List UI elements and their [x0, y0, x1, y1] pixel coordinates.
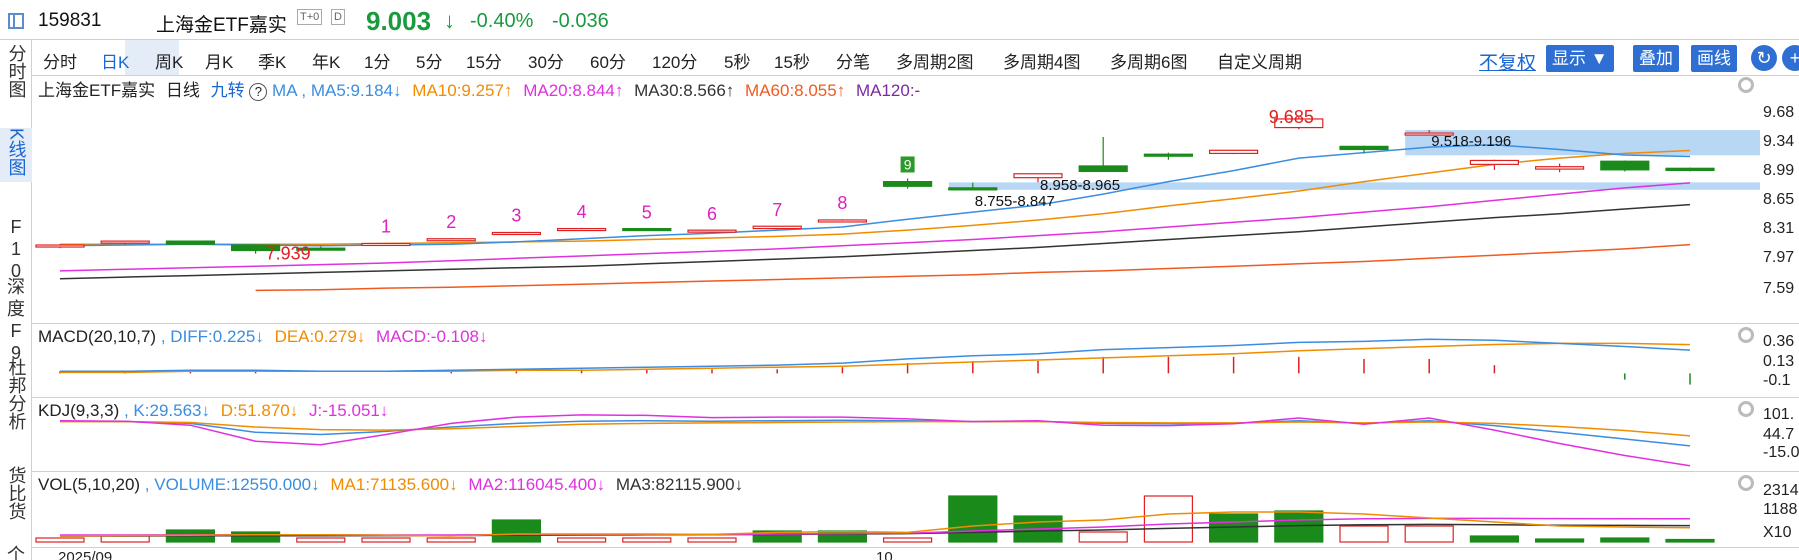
candle-body — [165, 240, 215, 245]
price-annotation: 9.518-9.196 — [1431, 133, 1511, 150]
volume-bar — [1469, 535, 1520, 543]
volume-bar — [556, 537, 607, 543]
volume-bar — [1078, 531, 1128, 543]
price-annotation: 8.958-8.965 — [1040, 177, 1120, 194]
candle-body — [491, 231, 541, 236]
jiuzhuan-mark: 7 — [772, 200, 782, 220]
candle-body — [1534, 166, 1585, 170]
candle-body — [622, 227, 672, 232]
candle-body — [882, 181, 933, 187]
candle-body — [948, 187, 998, 191]
jiuzhuan-mark: 4 — [577, 202, 587, 222]
volume-bar — [296, 537, 346, 543]
volume-bar — [100, 535, 150, 543]
candle-body — [1339, 145, 1389, 151]
kline-chart[interactable]: 1 2 3 4 5 6 7 8 9 7.939 8.755-8.8478.958-8.965 9.68… — [0, 0, 1799, 560]
volume-bar — [1534, 538, 1585, 543]
volume-bar — [361, 537, 411, 543]
candle-body — [100, 240, 150, 244]
jiuzhuan-mark: 9 — [904, 156, 912, 172]
volume-bar — [687, 537, 737, 543]
candle-body — [35, 244, 85, 248]
volume-bar — [1600, 537, 1650, 543]
jiuzhuan-mark: 8 — [837, 193, 847, 213]
ma60-line — [255, 243, 1691, 292]
candle-body — [1208, 149, 1259, 155]
stock-chart-window: 159831 上海金ETF嘉实 T+0 D 9.003 ↓ -0.40% -0.… — [0, 0, 1799, 560]
candle-body — [1143, 153, 1194, 157]
volume-bar — [1143, 495, 1194, 543]
volume-bar — [882, 537, 933, 543]
volume-bar — [817, 530, 868, 543]
volume-bar — [1665, 538, 1715, 543]
volume-bar — [948, 495, 998, 543]
ma5-line — [59, 144, 1691, 247]
volume-bar — [426, 537, 476, 543]
candle-body — [426, 238, 476, 242]
candle-body — [1665, 167, 1715, 172]
candle-body — [752, 225, 802, 230]
jiuzhuan-mark: 1 — [381, 217, 391, 237]
candle-body — [1600, 160, 1650, 171]
date-label: 2025/09 — [58, 549, 113, 560]
jiuzhuan-mark: 3 — [511, 206, 521, 226]
volume-bar — [622, 537, 672, 543]
ma30-line — [59, 203, 1691, 280]
candle-body — [1469, 159, 1520, 165]
dea-line — [60, 342, 1691, 374]
ma10-line — [60, 149, 1691, 245]
candle-body — [361, 242, 411, 247]
volume-bar — [1339, 525, 1389, 543]
jiuzhuan-mark: 2 — [446, 212, 456, 232]
price-annotation: 7.939 — [266, 244, 311, 264]
candle-body — [556, 227, 607, 232]
volume-bar — [1404, 525, 1454, 543]
volume-bar — [491, 519, 541, 543]
date-label: 10 — [876, 549, 893, 560]
jiuzhuan-mark: 5 — [642, 203, 652, 223]
volume-bar — [35, 537, 85, 543]
candle-body — [817, 219, 868, 223]
diff-line — [60, 338, 1691, 373]
candle-body — [687, 229, 737, 233]
k-line — [59, 419, 1691, 447]
jiuzhuan-mark: 6 — [707, 204, 717, 224]
price-annotation: 8.755-8.847 — [975, 193, 1055, 210]
price-annotation: 9.685 — [1269, 107, 1314, 127]
candle-body — [1078, 165, 1128, 173]
volume-bar — [231, 531, 281, 543]
